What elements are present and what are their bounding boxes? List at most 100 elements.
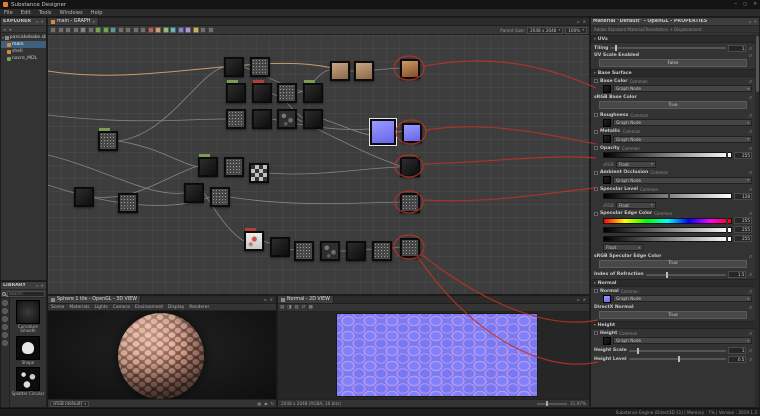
height-level-value[interactable]: 0.5 bbox=[728, 355, 747, 363]
category-icon[interactable] bbox=[2, 340, 8, 346]
height-scale-slider[interactable] bbox=[628, 347, 727, 354]
ior-slider[interactable] bbox=[645, 271, 727, 278]
explorer-item-main[interactable]: main bbox=[1, 41, 46, 48]
graph-toolbar-icon-13[interactable] bbox=[147, 27, 154, 33]
reset-icon[interactable]: ↺ bbox=[748, 146, 752, 151]
library-search-input[interactable] bbox=[7, 290, 45, 297]
graph-node-19[interactable] bbox=[270, 237, 290, 257]
colorspace-dropdown[interactable]: sRGB (default) ▾ bbox=[50, 400, 89, 407]
explorer-package[interactable]: ▾ pancakebake.sbs* bbox=[1, 34, 46, 41]
graph-node-22[interactable] bbox=[346, 241, 366, 261]
specular-edge-value-g[interactable]: 255 bbox=[734, 226, 752, 233]
swap-icon[interactable]: ⇄ bbox=[302, 305, 306, 310]
reset-icon[interactable]: ↺ bbox=[748, 53, 752, 58]
filter-icon[interactable]: ≡ bbox=[3, 27, 6, 32]
height-checkbox[interactable] bbox=[594, 331, 598, 335]
srgb-specular-edge-toggle[interactable]: True bbox=[599, 259, 747, 268]
section-height[interactable]: ▾ Height bbox=[591, 321, 755, 329]
explorer-item-shell[interactable]: shell bbox=[1, 48, 46, 55]
metallic-checkbox[interactable] bbox=[594, 129, 598, 134]
tab-close-icon[interactable]: ✕ bbox=[92, 20, 95, 24]
reset-icon[interactable]: ↺ bbox=[748, 187, 752, 192]
reset-icon[interactable]: ↺ bbox=[748, 79, 752, 84]
close-button[interactable]: ✕ bbox=[753, 2, 757, 7]
graph-toolbar-icon-16[interactable] bbox=[170, 27, 176, 33]
refresh-icon[interactable]: ↻ bbox=[271, 401, 274, 406]
section-uvs[interactable]: ▾ UVs bbox=[591, 35, 755, 43]
graph-node-14[interactable] bbox=[224, 157, 244, 177]
graph-toolbar-icon-4[interactable] bbox=[80, 27, 86, 33]
height-scale-value[interactable]: 1 bbox=[728, 347, 747, 354]
save-icon[interactable]: ◨ bbox=[287, 305, 291, 310]
normal-source-dropdown[interactable]: Graph Node ▾ bbox=[613, 295, 752, 302]
height-level-slider[interactable] bbox=[628, 356, 727, 362]
graph-node-13[interactable] bbox=[198, 154, 218, 177]
graph-node-26[interactable] bbox=[354, 61, 374, 81]
reset-icon[interactable]: ↺ bbox=[748, 357, 752, 362]
view3d-tab[interactable]: Sphere 1 tile - OpenGL - 3D VIEW bbox=[48, 296, 142, 303]
panel-close-icon[interactable]: ✕ bbox=[270, 297, 273, 302]
graph-toolbar-icon-10[interactable] bbox=[125, 27, 131, 33]
reset-icon[interactable]: ↺ bbox=[748, 289, 752, 294]
panel-float-icon[interactable]: ▫ bbox=[36, 283, 39, 288]
graph-node-9[interactable] bbox=[226, 109, 246, 129]
graph-toolbar-icon-2[interactable] bbox=[65, 27, 71, 33]
graph-toolbar-icon-1[interactable] bbox=[57, 27, 64, 33]
view3d-menu-renderer[interactable]: Renderer bbox=[189, 305, 209, 310]
view3d-menu-display[interactable]: Display bbox=[168, 305, 184, 310]
menu-windows[interactable]: Windows bbox=[60, 10, 83, 16]
menu-file[interactable]: File bbox=[4, 10, 13, 16]
graph-node-0[interactable] bbox=[98, 128, 118, 151]
graph-node-28[interactable] bbox=[369, 118, 397, 146]
graph-node-15[interactable] bbox=[249, 163, 269, 183]
graph-node-25[interactable] bbox=[330, 61, 350, 81]
graph-toolbar-icon-3[interactable] bbox=[72, 27, 79, 33]
category-icon[interactable] bbox=[2, 300, 8, 306]
graph-node-12[interactable] bbox=[303, 109, 323, 129]
section-normal[interactable]: ▾ Normal bbox=[591, 279, 755, 287]
section-base-surface[interactable]: ▾ Base Surface bbox=[591, 69, 755, 77]
graph-toolbar-icon-20[interactable] bbox=[200, 27, 206, 33]
view2d-tab[interactable]: Normal - 2D VIEW bbox=[278, 296, 334, 303]
menu-help[interactable]: Help bbox=[91, 10, 103, 16]
specular-edge-color-checkbox[interactable] bbox=[594, 211, 598, 216]
explorer-item-nacre_MDL[interactable]: nacre_MDL bbox=[1, 55, 46, 62]
material-preview-sphere[interactable] bbox=[118, 313, 204, 399]
menu-edit[interactable]: Edit bbox=[21, 10, 31, 16]
minimize-button[interactable]: ─ bbox=[734, 2, 737, 7]
graph-node-2[interactable] bbox=[118, 193, 138, 213]
graph-node-24[interactable] bbox=[400, 238, 420, 258]
specular-level-format-dropdown[interactable]: Float ▾ bbox=[615, 201, 656, 209]
tiling-slider[interactable] bbox=[610, 45, 727, 51]
roughness-source-dropdown[interactable]: Graph Node ▾ bbox=[613, 119, 752, 126]
graph-toolbar-icon-11[interactable] bbox=[132, 27, 139, 33]
properties-scrollbar[interactable] bbox=[755, 34, 759, 407]
graph-node-18[interactable] bbox=[244, 228, 264, 251]
graph-tab[interactable]: main - GRAPH ✕ bbox=[48, 18, 100, 25]
graph-node-31[interactable] bbox=[400, 193, 420, 213]
directx-normal-toggle[interactable]: True bbox=[599, 311, 747, 319]
view3d-menu-materials[interactable]: Materials bbox=[69, 305, 89, 310]
reset-icon[interactable]: ↺ bbox=[748, 170, 752, 175]
graph-node-1[interactable] bbox=[74, 187, 94, 207]
menu-tools[interactable]: Tools bbox=[39, 10, 52, 16]
category-icon[interactable] bbox=[2, 332, 8, 338]
view3d-menu-camera[interactable]: Camera bbox=[113, 305, 130, 310]
opacity-format-dropdown[interactable]: Float ▾ bbox=[615, 160, 656, 168]
graph-node-16[interactable] bbox=[184, 183, 204, 203]
reset-icon[interactable]: ↺ bbox=[748, 272, 752, 277]
graph-toolbar-icon-15[interactable] bbox=[162, 27, 169, 33]
camera-reset-icon[interactable]: ◉ bbox=[264, 401, 268, 406]
panel-close-icon[interactable]: ✕ bbox=[41, 283, 44, 288]
view3d-menu-scene[interactable]: Scene bbox=[51, 305, 64, 310]
zoom-slider[interactable] bbox=[537, 401, 568, 406]
base-color-checkbox[interactable] bbox=[594, 79, 598, 83]
graph-node-27[interactable] bbox=[400, 59, 420, 79]
ior-value[interactable]: 1.5 bbox=[728, 271, 747, 278]
library-item[interactable]: Shape bbox=[16, 335, 40, 365]
metallic-source-dropdown[interactable]: Graph Node ▾ bbox=[613, 135, 752, 143]
specular-level-gradient-slider[interactable] bbox=[603, 193, 732, 201]
panel-close-icon[interactable]: ✕ bbox=[41, 19, 44, 24]
panel-float-icon[interactable]: ▫ bbox=[749, 19, 752, 24]
graph-node-17[interactable] bbox=[210, 187, 230, 207]
